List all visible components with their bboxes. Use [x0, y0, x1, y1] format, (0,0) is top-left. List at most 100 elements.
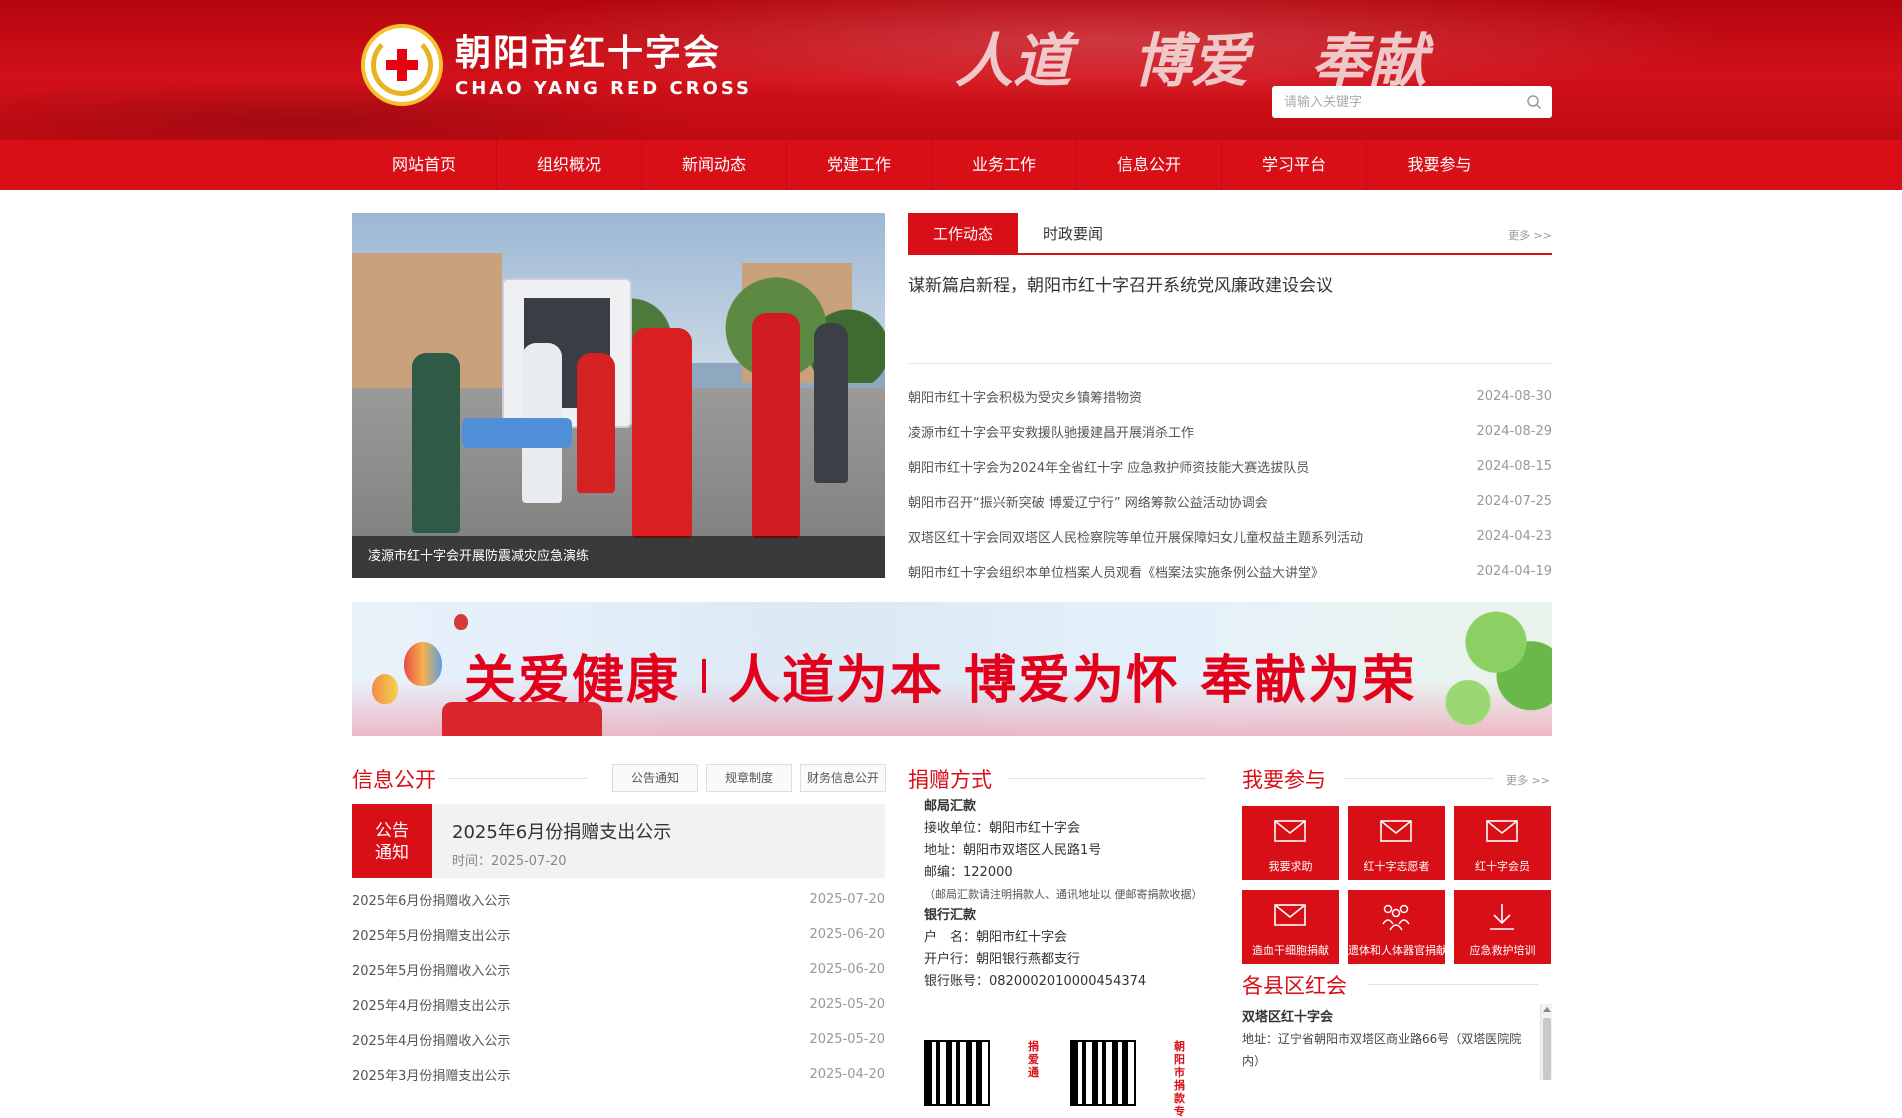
news-item-title[interactable]: 朝阳市红十字会积极为受灾乡镇筹措物资: [908, 387, 1142, 406]
nav-item-disclosure[interactable]: 信息公开: [1077, 140, 1222, 190]
list-item[interactable]: 朝阳市红十字会积极为受灾乡镇筹措物资 2024-08-30: [908, 379, 1552, 414]
list-item[interactable]: 凌源市红十字会平安救援队驰援建昌开展消杀工作 2024-08-29: [908, 414, 1552, 449]
news-item-title[interactable]: 朝阳市红十字会组织本单位档案人员观看《档案法实施条例公益大讲堂》: [908, 562, 1324, 581]
info-item-date: 2025-05-20: [809, 997, 885, 1012]
notice-title[interactable]: 2025年6月份捐赠支出公示: [452, 818, 671, 844]
request-help-button[interactable]: 我要求助: [1242, 806, 1339, 880]
nav-item-home[interactable]: 网站首页: [352, 140, 497, 190]
county-name[interactable]: 双塔区红十字会: [1242, 1006, 1333, 1025]
news-more-link[interactable]: 更多 >>: [1508, 227, 1552, 243]
hero-photo-person: [814, 323, 848, 483]
county-section-title[interactable]: 各县区红会: [1242, 970, 1347, 1000]
banner-leaves: [1412, 602, 1552, 736]
news-item-title[interactable]: 双塔区红十字会同双塔区人民检察院等单位开展保障妇女儿童权益主题系列活动: [908, 527, 1363, 546]
list-item[interactable]: 2025年5月份捐赠支出公示 2025-06-20: [352, 917, 885, 952]
button-label: 造血干细胞捐献: [1252, 944, 1329, 957]
info-item-title[interactable]: 2025年5月份捐赠支出公示: [352, 925, 510, 944]
featured-notice[interactable]: 公告 通知 2025年6月份捐赠支出公示 时间：2025-07-20: [352, 804, 885, 878]
nav-item-business[interactable]: 业务工作: [932, 140, 1077, 190]
hero-caption[interactable]: 凌源市红十字会开展防震减灾应急演练: [352, 536, 885, 578]
member-button[interactable]: 红十字会员: [1454, 806, 1551, 880]
news-item-date: 2024-08-29: [1476, 424, 1552, 439]
donation-section-title[interactable]: 捐赠方式: [908, 764, 992, 794]
postal-note: （邮局汇款请注明捐款人、通讯地址以 便邮寄捐款收据）: [924, 888, 1203, 901]
hero-photo-person: [632, 328, 692, 538]
qr-code-icon: [924, 1040, 990, 1106]
scrollbar-thumb[interactable]: [1543, 1018, 1551, 1080]
button-label: 应急救护培训: [1469, 944, 1536, 957]
list-item[interactable]: 朝阳市红十字会为2024年全省红十字 应急救护师资技能大赛选拔队员 2024-08…: [908, 449, 1552, 484]
county-list: 双塔区红十字会 地址：辽宁省朝阳市双塔区商业路66号（双塔医院院内）: [1242, 1004, 1552, 1080]
tab-regulations[interactable]: 规章制度: [706, 764, 792, 792]
participate-section-title[interactable]: 我要参与: [1242, 764, 1326, 794]
info-item-title[interactable]: 2025年3月份捐赠支出公示: [352, 1065, 510, 1084]
search-icon[interactable]: [1526, 94, 1542, 110]
button-label: 红十字会员: [1475, 860, 1530, 873]
list-item[interactable]: 2025年5月份捐赠收入公示 2025-06-20: [352, 952, 885, 987]
first-aid-training-button[interactable]: 应急救护培训: [1454, 890, 1551, 964]
info-section-title[interactable]: 信息公开: [352, 764, 436, 794]
header-background: [0, 0, 1902, 140]
nav-item-participate[interactable]: 我要参与: [1367, 140, 1512, 190]
news-headline[interactable]: 谋新篇启新程，朝阳市红十字召开系统党风廉政建设会议: [908, 271, 1333, 296]
news-item-date: 2024-04-19: [1476, 564, 1552, 579]
tab-announcements[interactable]: 公告通知: [612, 764, 698, 792]
news-item-title[interactable]: 凌源市红十字会平安救援队驰援建昌开展消杀工作: [908, 422, 1194, 441]
list-item[interactable]: 双塔区红十字会同双塔区人民检察院等单位开展保障妇女儿童权益主题系列活动 2024-…: [908, 519, 1552, 554]
info-item-title[interactable]: 2025年5月份捐赠收入公示: [352, 960, 510, 979]
tab-work-news[interactable]: 工作动态: [908, 213, 1018, 255]
nav-item-party[interactable]: 党建工作: [787, 140, 932, 190]
news-panel: 工作动态 时政要闻 更多 >> 谋新篇启新程，朝阳市红十字召开系统党风廉政建设会…: [908, 213, 1552, 583]
tab-finance[interactable]: 财务信息公开: [800, 764, 886, 792]
list-item[interactable]: 2025年3月份捐赠支出公示 2025-04-20: [352, 1057, 885, 1092]
red-cross-logo-icon[interactable]: [361, 24, 443, 106]
site-name-en[interactable]: CHAO YANG RED CROSS: [455, 78, 752, 99]
mail-icon: [1486, 820, 1518, 842]
info-tabs: 公告通知 规章制度 财务信息公开: [612, 764, 886, 792]
nav-item-news[interactable]: 新闻动态: [642, 140, 787, 190]
list-item[interactable]: 2025年4月份捐赠收入公示 2025-05-20: [352, 1022, 885, 1057]
donation-info: 邮局汇款 接收单位：朝阳市红十字会 地址：朝阳市双塔区人民路1号 邮编：1220…: [924, 796, 1214, 993]
info-item-title[interactable]: 2025年4月份捐赠收入公示: [352, 1030, 510, 1049]
stem-cell-donation-button[interactable]: 造血干细胞捐献: [1242, 890, 1339, 964]
info-item-title[interactable]: 2025年4月份捐赠支出公示: [352, 995, 510, 1014]
info-item-date: 2025-06-20: [809, 927, 885, 942]
info-item-date: 2025-07-20: [809, 892, 885, 907]
scroll-up-icon[interactable]: [1543, 1007, 1551, 1012]
hero-slideshow[interactable]: 凌源市红十字会开展防震减灾应急演练: [352, 213, 885, 578]
site-name-cn[interactable]: 朝阳市红十字会: [455, 24, 721, 76]
search-box: [1272, 86, 1552, 118]
list-item[interactable]: 2025年4月份捐赠支出公示 2025-05-20: [352, 987, 885, 1022]
search-input[interactable]: [1272, 87, 1512, 117]
nav-item-organization[interactable]: 组织概况: [497, 140, 642, 190]
news-item-title[interactable]: 朝阳市红十字会为2024年全省红十字 应急救护师资技能大赛选拔队员: [908, 457, 1309, 476]
info-item-date: 2025-05-20: [809, 1032, 885, 1047]
list-item[interactable]: 朝阳市召开“振兴新突破 博爱辽宁行” 网络筹款公益活动协调会 2024-07-25: [908, 484, 1552, 519]
button-label: 我要求助: [1268, 860, 1313, 873]
qr-label: 朝阳市捐款专: [1174, 1040, 1185, 1118]
info-item-date: 2025-06-20: [809, 962, 885, 977]
list-item[interactable]: 朝阳市红十字会组织本单位档案人员观看《档案法实施条例公益大讲堂》 2024-04-…: [908, 554, 1552, 589]
info-item-title[interactable]: 2025年6月份捐赠收入公示: [352, 890, 510, 909]
notice-badge-line-2: 通知: [375, 843, 409, 863]
mail-icon: [1380, 820, 1412, 842]
list-item[interactable]: 2025年6月份捐赠收入公示 2025-07-20: [352, 882, 885, 917]
county-address: 地址：辽宁省朝阳市双塔区商业路66号（双塔医院院内）: [1242, 1032, 1522, 1068]
news-item-date: 2024-07-25: [1476, 494, 1552, 509]
qr-code-icon: [1070, 1040, 1136, 1106]
button-label: 遗体和人体器官捐献: [1348, 944, 1445, 957]
tab-political-news[interactable]: 时政要闻: [1018, 213, 1128, 255]
divider: [448, 778, 588, 779]
organ-donation-button[interactable]: 遗体和人体器官捐献: [1348, 890, 1445, 964]
county-scrollbar[interactable]: [1540, 1004, 1552, 1080]
volunteer-button[interactable]: 红十字志愿者: [1348, 806, 1445, 880]
balloon-icon: [404, 642, 442, 686]
promo-banner[interactable]: 关爱健康 人道为本 博爱为怀 奉献为荣: [352, 602, 1552, 736]
slogan-word-2: 博爱: [1133, 27, 1250, 95]
notice-time: 时间：2025-07-20: [452, 854, 567, 869]
participate-more-link[interactable]: 更多 >>: [1506, 772, 1550, 788]
main-nav: 网站首页 组织概况 新闻动态 党建工作 业务工作 信息公开 学习平台 我要参与: [0, 140, 1902, 190]
news-item-title[interactable]: 朝阳市召开“振兴新突破 博爱辽宁行” 网络筹款公益活动协调会: [908, 492, 1268, 511]
hero-photo-stretcher: [462, 418, 572, 448]
nav-item-learning[interactable]: 学习平台: [1222, 140, 1367, 190]
